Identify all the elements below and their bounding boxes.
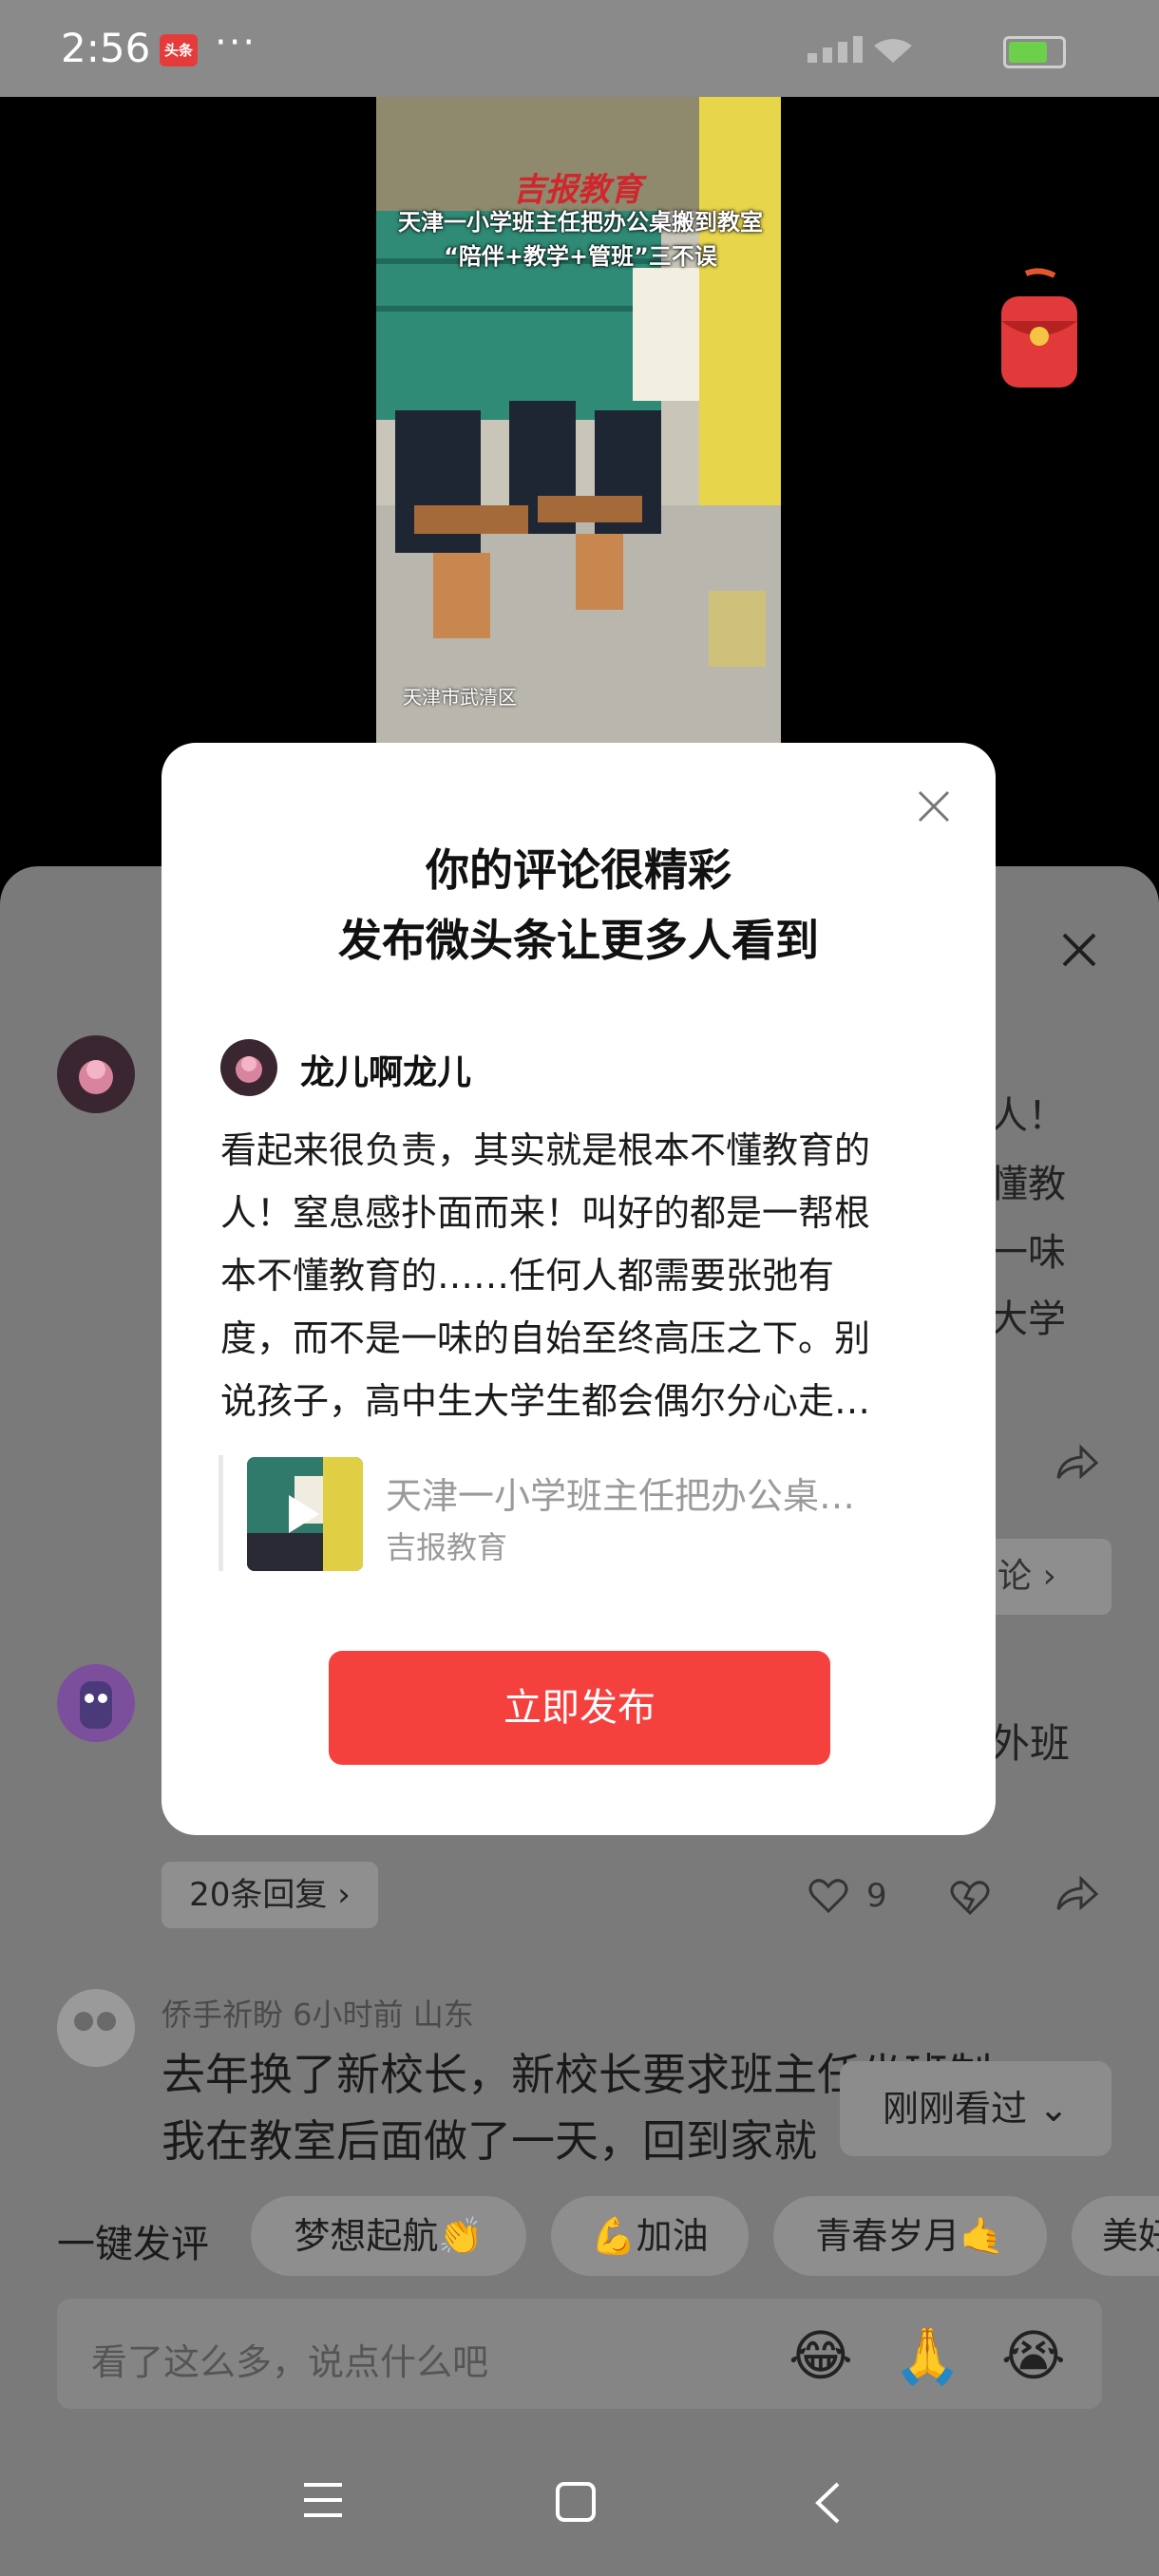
dialog-title: 你的评论很精彩: [426, 844, 732, 896]
share-icon[interactable]: [1054, 1444, 1100, 1482]
share-icon[interactable]: [1054, 1875, 1100, 1913]
laugh-cry-emoji-icon[interactable]: 😂: [788, 2323, 853, 2388]
comment-preview-line: 度，而不是一味的自始至终高压之下。别: [220, 1317, 871, 1359]
sheet-close-icon[interactable]: [1056, 927, 1102, 973]
view-replies-button[interactable]: 论 ›: [988, 1539, 1112, 1615]
comment-text-fragment: 一味: [990, 1231, 1066, 1275]
quick-comment-chip[interactable]: 美好: [1072, 2196, 1159, 2276]
comment-preview-line: 看起来很负责，其实就是根本不懂教育的: [220, 1129, 871, 1171]
dislike-heart-icon[interactable]: [948, 1875, 992, 1917]
video-caption-line1: 天津一小学班主任把办公桌搬到教室: [398, 209, 763, 236]
signal-icon: [808, 36, 912, 63]
comment-input-placeholder: 看了这么多，说点什么吧: [91, 2341, 489, 2383]
comment-meta: 侨手祈盼 6小时前 山东: [162, 1997, 474, 2033]
publish-button[interactable]: 立即发布: [329, 1651, 830, 1765]
pray-emoji-icon[interactable]: 🙏: [893, 2323, 961, 2389]
dialog-subtitle: 发布微头条让更多人看到: [338, 915, 819, 966]
dialog-close-icon[interactable]: [916, 788, 952, 824]
user-avatar: [220, 1039, 277, 1096]
back-icon[interactable]: [813, 2481, 842, 2525]
recently-viewed-button[interactable]: 刚刚看过 ⌄: [840, 2061, 1112, 2156]
battery-level: [1009, 42, 1047, 63]
quote-bar: [218, 1455, 223, 1571]
article-title: 天津一小学班主任把办公桌…: [386, 1475, 856, 1517]
red-packet-icon[interactable]: [998, 268, 1081, 393]
comment-text-fragment: 懂教: [990, 1163, 1066, 1206]
video-caption-line2: “陪伴+教学+管班”三不误: [444, 243, 717, 270]
menu-icon[interactable]: [302, 2481, 344, 2519]
commenter-avatar[interactable]: [57, 1035, 135, 1113]
comment-text-fragment: 大学: [990, 1297, 1066, 1341]
commenter-avatar[interactable]: [57, 1989, 135, 2067]
video-location: 天津市武清区: [403, 686, 517, 709]
home-icon[interactable]: [555, 2481, 597, 2523]
status-time: 2:56: [61, 25, 151, 71]
like-heart-icon[interactable]: [808, 1875, 849, 1915]
replies-count-button[interactable]: 20条回复 ›: [162, 1862, 378, 1928]
comment-preview-line: 人！窒息感扑面而来！叫好的都是一帮根: [220, 1192, 871, 1234]
status-more-icon: ···: [215, 21, 257, 65]
comment-preview-line: 本不懂教育的……任何人都需要张弛有: [220, 1255, 835, 1297]
commenter-avatar[interactable]: [57, 1664, 135, 1742]
quick-comment-chip[interactable]: 青春岁月🤙: [773, 2196, 1047, 2276]
user-name: 龙儿啊龙儿: [300, 1053, 472, 1092]
like-count: 9: [866, 1877, 887, 1915]
play-icon: [289, 1495, 319, 1533]
quick-comment-chip[interactable]: 💪加油: [551, 2196, 749, 2276]
toutiao-app-icon: 头条: [160, 34, 198, 66]
quick-comment-label: 一键发评: [57, 2223, 209, 2266]
quick-comment-chip[interactable]: 梦想起航👏: [251, 2196, 526, 2276]
battery-icon: [1003, 36, 1066, 68]
comment-text-fragment: 人！: [990, 1094, 1066, 1138]
comment-preview-line: 说孩子，高中生大学生都会偶尔分心走…: [220, 1380, 871, 1422]
article-source: 吉报教育: [386, 1529, 508, 1565]
crying-emoji-icon[interactable]: 😭: [1001, 2323, 1066, 2388]
comment-text-fragment: 外班: [990, 1720, 1071, 1767]
comment-text: 我在教室后面做了一天，回到家就: [162, 2115, 817, 2167]
